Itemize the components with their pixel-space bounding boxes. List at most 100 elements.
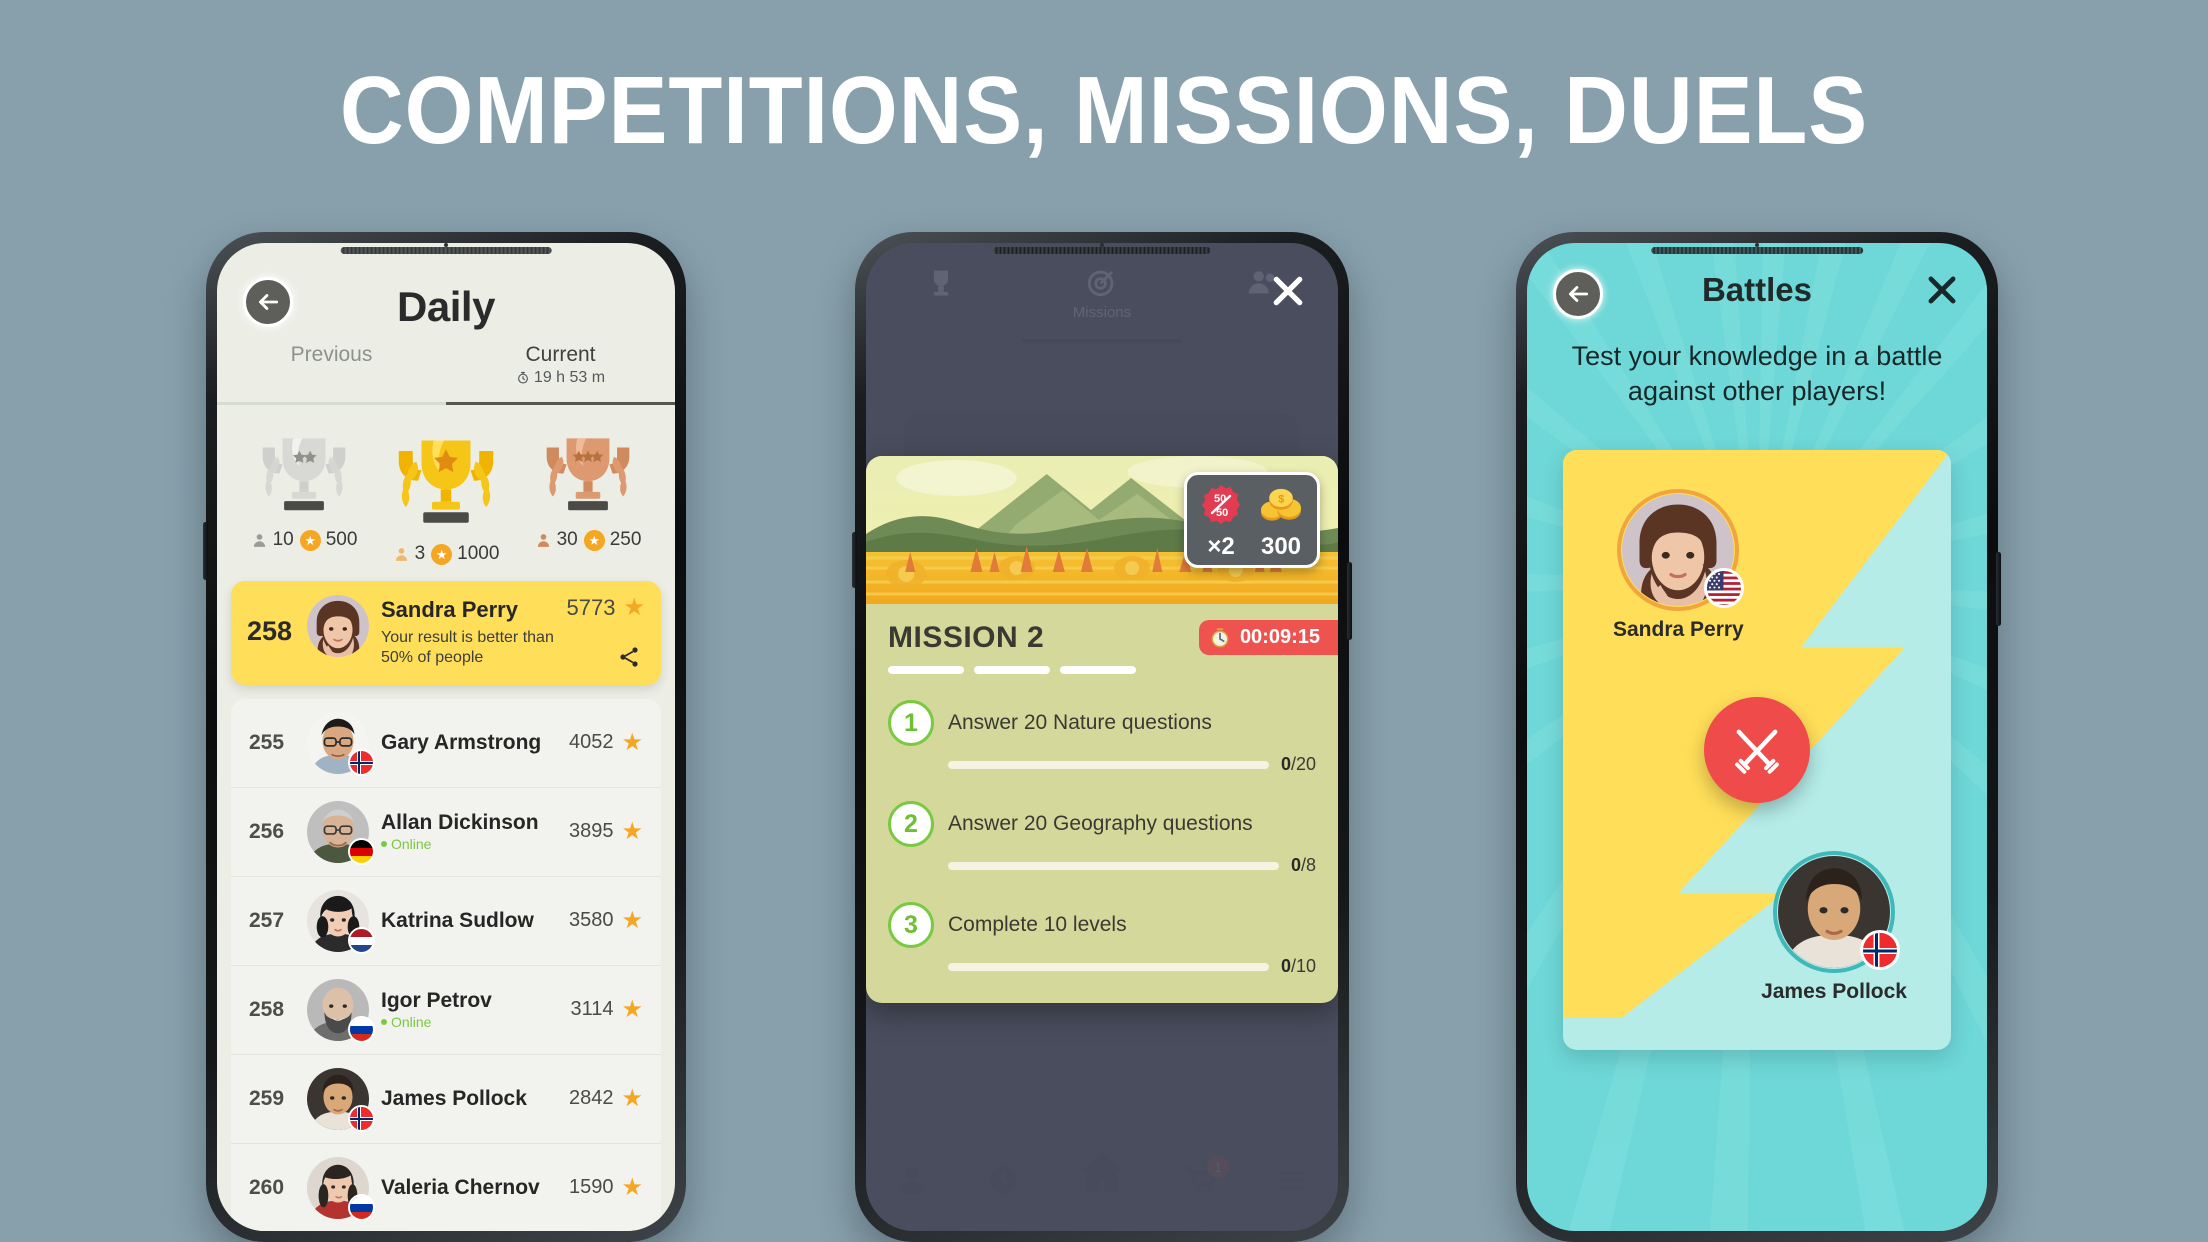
page-title: COMPETITIONS, MISSIONS, DUELS [339, 57, 1869, 164]
star-coin-icon: ★ [583, 529, 605, 551]
star-icon: ★ [621, 728, 643, 756]
flag-norway-icon [348, 1104, 375, 1132]
phone-side-button [203, 522, 208, 580]
stopwatch-icon [1211, 627, 1229, 647]
share-icon[interactable] [617, 645, 641, 669]
avatar-image [307, 595, 369, 657]
podium-gold-reward: 1000 [457, 543, 500, 564]
bronze-trophy-icon [546, 438, 630, 511]
podium-gold[interactable]: 3 ★ 1000 [375, 423, 517, 565]
task-text: Answer 20 Nature questions [948, 711, 1212, 734]
silver-trophy-icon [262, 438, 346, 511]
mission-task: 1 Answer 20 Nature questions 0/20 [888, 700, 1316, 775]
fifty-fifty-icon: 50 50 [1199, 483, 1243, 532]
tab-current[interactable]: Current 19 h 53 m [446, 343, 675, 405]
avatar[interactable] [307, 978, 375, 1043]
row-score: 2842 [568, 1087, 614, 1110]
row-score-cell: 3114 ★ [570, 997, 643, 1022]
person-icon [537, 533, 549, 547]
clock-icon [989, 1166, 1017, 1194]
row-name: Valeria Chernov [381, 1175, 540, 1199]
current-user-description: Your result is better than 50% of people [381, 629, 554, 667]
podium-silver-players: 10 [272, 529, 294, 550]
avatar[interactable] [307, 800, 375, 865]
current-user-score: 5773 [566, 595, 616, 620]
mission-task: 2 Answer 20 Geography questions 0/8 [888, 801, 1316, 876]
earpiece-speaker [340, 247, 552, 254]
podium-gold-stats: 3 ★ 1000 [393, 543, 500, 565]
current-user-scorebox: 5773 ★ [567, 595, 645, 621]
battle-card: Sandra Perry James Pollock [1563, 450, 1951, 1051]
reward-coins: $ 300 [1257, 487, 1305, 559]
table-row[interactable]: 260 Valeria Chernov 1590 ★ [231, 1144, 661, 1231]
star-icon: ★ [621, 1173, 643, 1201]
row-name: Gary Armstrong [381, 730, 542, 754]
row-name: Allan Dickinson [381, 811, 539, 835]
row-score-cell: 3580 ★ [569, 908, 643, 933]
table-row[interactable]: 258 Igor Petrov Online 3114 ★ [231, 966, 661, 1055]
profile-icon [899, 1168, 924, 1194]
current-user-score-row: 5773 ★ [567, 595, 645, 621]
online-label: Online [391, 836, 432, 853]
tab-previous[interactable]: Previous [217, 343, 446, 405]
flag-norway-icon [348, 748, 375, 776]
mission-card: 50 50 ×2 $ 300 MISSION 2 00:09:15 1 Answ… [866, 456, 1338, 1003]
row-rank: 259 [249, 1086, 285, 1110]
home-icon [1080, 1152, 1124, 1192]
task-number: 2 [888, 801, 934, 847]
screen-title: Battles [1701, 271, 1813, 308]
fighter-top[interactable]: Sandra Perry [1613, 489, 1745, 642]
flag-russia-icon [348, 1015, 375, 1043]
nav-missions-label: Missions [1072, 304, 1132, 321]
table-row[interactable]: 255 Gary Armstrong 4052 ★ [231, 699, 661, 788]
task-progress-bar [948, 760, 1269, 769]
fighter-bottom[interactable]: James Pollock [1761, 851, 1907, 1004]
table-row[interactable]: 256 Allan Dickinson Online 3895 ★ [231, 788, 661, 877]
current-user-info: Sandra Perry Your result is better than … [381, 595, 555, 669]
task-count: 0/10 [1281, 956, 1316, 977]
podium-gold-players: 3 [414, 543, 426, 564]
avatar[interactable] [1617, 489, 1745, 612]
camera-dot [444, 243, 448, 247]
podium-bronze-stats: 30 ★ 250 [535, 529, 641, 551]
phone-side-button [852, 532, 857, 588]
start-battle-button[interactable] [1704, 697, 1810, 804]
flag-netherlands-icon [348, 926, 375, 954]
mission-rewards: 50 50 ×2 $ 300 [1184, 472, 1320, 568]
segment-2 [974, 666, 1050, 674]
cart-badge: 1 [1207, 1156, 1230, 1178]
row-score-cell: 2842 ★ [568, 1086, 643, 1111]
avatar[interactable] [307, 1067, 375, 1132]
avatar-sandra [307, 595, 369, 657]
close-icon[interactable] [1923, 271, 1961, 309]
table-row[interactable]: 257 Katrina Sudlow 3580 ★ [231, 877, 661, 966]
podium-silver-stats: 10 ★ 500 [251, 529, 357, 551]
podium-silver[interactable]: 10 ★ 500 [233, 423, 375, 565]
avatar[interactable] [307, 1156, 375, 1221]
current-user-name: Sandra Perry [381, 597, 518, 622]
gold-trophy-icon [398, 440, 494, 523]
current-user-row[interactable]: 258 Sandra Perry Your result is better t… [231, 581, 661, 685]
target-icon [1087, 270, 1114, 297]
avatar[interactable] [307, 711, 375, 776]
camera-dot [1755, 243, 1759, 247]
reward-fifty-fifty-label: ×2 [1207, 533, 1235, 560]
battles-header: Battles [1527, 243, 1987, 339]
row-rank: 260 [249, 1175, 285, 1199]
close-icon[interactable] [1268, 271, 1308, 311]
avatar[interactable] [307, 889, 375, 954]
segment-3 [1060, 666, 1136, 674]
podium-bronze[interactable]: 30 ★ 250 [517, 423, 659, 565]
task-total: /8 [1300, 855, 1316, 875]
task-done: 0 [1290, 855, 1301, 875]
leaderboard-list[interactable]: 255 Gary Armstrong 4052 ★ 256 Allan Dick… [231, 698, 661, 1231]
avatar[interactable] [1773, 851, 1901, 974]
task-progress: 0/20 [888, 754, 1316, 775]
current-user-avatar[interactable] [307, 595, 369, 657]
row-score-cell: 1590 ★ [569, 1173, 643, 1201]
camera-dot [1100, 243, 1104, 247]
task-number: 1 [888, 700, 934, 746]
table-row[interactable]: 259 James Pollock 2842 ★ [231, 1055, 661, 1144]
reward-fifty-fifty: 50 50 ×2 [1199, 483, 1243, 559]
svg-text:50: 50 [1216, 507, 1228, 519]
